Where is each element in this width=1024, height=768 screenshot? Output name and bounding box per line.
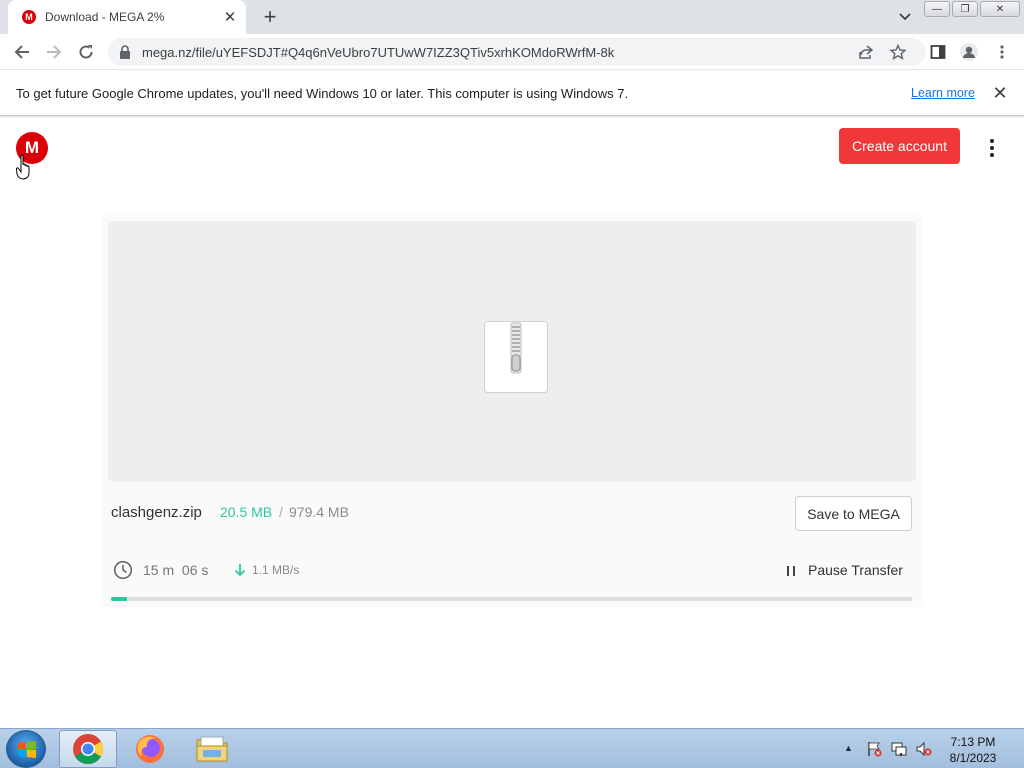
- download-speed: 1.1 MB/s: [252, 563, 300, 577]
- taskbar-chrome[interactable]: [59, 730, 117, 768]
- tab-search-chevron-icon[interactable]: [894, 6, 916, 28]
- window-close-button[interactable]: ✕: [980, 1, 1020, 17]
- download-progress-bar: [111, 597, 912, 601]
- action-center-flag-icon[interactable]: [866, 741, 882, 757]
- show-hidden-icons[interactable]: ▲: [844, 743, 853, 753]
- save-to-mega-button[interactable]: Save to MEGA: [795, 496, 912, 531]
- download-progress-fill: [111, 597, 128, 601]
- start-button[interactable]: [6, 730, 46, 768]
- infobar-close-icon[interactable]: ✕: [990, 83, 1010, 103]
- browser-tab-mega[interactable]: M Download - MEGA 2% ✕: [8, 0, 246, 34]
- system-clock[interactable]: 7:13 PM 8/1/2023: [938, 734, 1008, 766]
- side-panel-icon[interactable]: [926, 40, 950, 64]
- learn-more-link[interactable]: Learn more: [911, 86, 975, 100]
- volume-muted-icon[interactable]: [916, 741, 932, 757]
- back-icon[interactable]: [10, 40, 34, 64]
- bookmark-star-icon[interactable]: [888, 42, 908, 62]
- zip-file-icon: [484, 321, 548, 393]
- reload-icon[interactable]: [74, 40, 98, 64]
- download-arrow-icon: [234, 564, 246, 577]
- create-account-button[interactable]: Create account: [839, 128, 960, 164]
- chrome-icon: [73, 734, 104, 765]
- minimize-button[interactable]: —: [924, 1, 950, 17]
- chrome-menu-icon[interactable]: [990, 40, 1014, 64]
- url-text: mega.nz/file/uYEFSDJT#Q4q6nVeUbro7UTUwW7…: [142, 44, 615, 60]
- address-bar[interactable]: mega.nz/file/uYEFSDJT#Q4q6nVeUbro7UTUwW7…: [108, 38, 926, 66]
- infobar-message: To get future Google Chrome updates, you…: [16, 86, 629, 101]
- forward-icon[interactable]: [42, 40, 66, 64]
- file-preview: [108, 221, 916, 482]
- mega-favicon-icon: M: [22, 10, 36, 24]
- windows-taskbar: ▲ 7:13 PM 8/1/2023: [0, 728, 1024, 768]
- firefox-icon: [136, 735, 164, 763]
- clock-date: 8/1/2023: [949, 751, 997, 765]
- lock-icon: [120, 45, 130, 59]
- network-icon[interactable]: [891, 741, 907, 757]
- tab-close-icon[interactable]: ✕: [220, 7, 240, 27]
- download-card: clashgenz.zip 20.5 MB / 979.4 MB Save to…: [103, 216, 921, 606]
- profile-avatar-icon[interactable]: [957, 40, 981, 64]
- file-name: clashgenz.zip: [111, 504, 202, 521]
- tab-strip: M Download - MEGA 2% ✕ + — ❐ ✕: [0, 0, 1024, 34]
- clock-time: 7:13 PM: [950, 735, 996, 749]
- downloaded-size: 20.5 MB: [220, 504, 273, 520]
- file-explorer-icon: [196, 736, 228, 762]
- time-remaining: 15 m 06 s: [143, 562, 209, 578]
- share-icon[interactable]: [856, 42, 876, 62]
- update-infobar: To get future Google Chrome updates, you…: [0, 71, 1024, 116]
- more-options-icon[interactable]: [982, 136, 1002, 160]
- tab-title: Download - MEGA 2%: [45, 10, 165, 24]
- total-size: 979.4 MB: [289, 504, 349, 520]
- pause-transfer-button[interactable]: Pause Transfer: [808, 562, 903, 578]
- taskbar-file-explorer[interactable]: [183, 730, 241, 768]
- pause-icon[interactable]: [786, 565, 796, 577]
- window-controls: — ❐ ✕: [922, 1, 1020, 17]
- hand-cursor-icon: [16, 154, 30, 180]
- windows-logo-icon: [18, 741, 36, 758]
- taskbar-firefox[interactable]: [121, 730, 179, 768]
- new-tab-button[interactable]: +: [258, 4, 282, 29]
- browser-toolbar: mega.nz/file/uYEFSDJT#Q4q6nVeUbro7UTUwW7…: [0, 34, 1024, 70]
- size-separator: /: [279, 504, 283, 520]
- clock-icon: [113, 560, 133, 580]
- restore-button[interactable]: ❐: [952, 1, 978, 17]
